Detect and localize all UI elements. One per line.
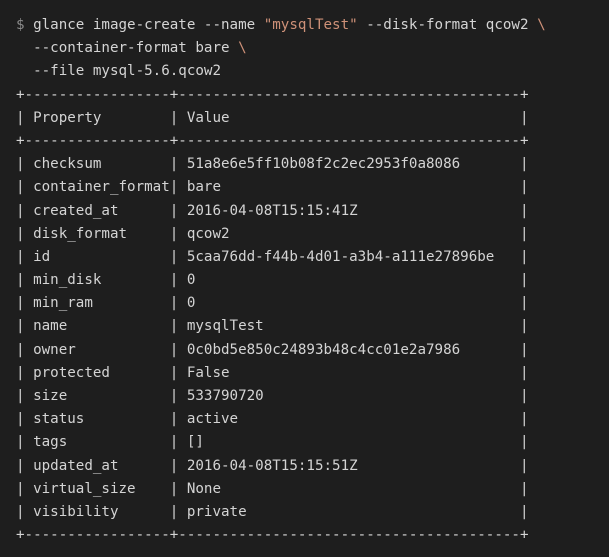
- table-top-border: +-----------------+---------------------…: [16, 86, 529, 103]
- command-line-3: --file mysql-5.6.qcow2: [16, 60, 609, 83]
- command-line-1: $ glance image-create --name "mysqlTest"…: [16, 14, 609, 37]
- table-row: | name | mysqlTest |: [16, 318, 529, 335]
- property-cell: id: [24, 248, 170, 265]
- property-cell: tags: [24, 434, 170, 451]
- property-cell: virtual_size: [24, 480, 170, 497]
- table-row: | min_ram | 0 |: [16, 295, 529, 312]
- table-row: | id | 5caa76dd-f44b-4d01-a3b4-a111e2789…: [16, 248, 529, 265]
- table-header-border: +-----------------+---------------------…: [16, 132, 529, 149]
- property-cell: name: [24, 318, 170, 335]
- value-cell: 51a8e6e5ff10b08f2c2ec2953f0a8086: [178, 156, 520, 173]
- line-continuation-1: \: [537, 17, 546, 33]
- property-cell: min_disk: [24, 272, 170, 289]
- properties-table: +-----------------+---------------------…: [16, 84, 609, 548]
- line-continuation-2: \: [238, 40, 247, 57]
- table-row: | virtual_size | None |: [16, 480, 529, 497]
- table-row: | updated_at | 2016-04-08T15:15:51Z |: [16, 457, 529, 474]
- property-cell: visibility: [24, 503, 170, 520]
- table-row: | owner | 0c0bd5e850c24893b48c4cc01e2a79…: [16, 341, 529, 358]
- table-row: | tags | [] |: [16, 434, 529, 451]
- property-cell: container_format: [24, 179, 170, 196]
- value-cell: 0c0bd5e850c24893b48c4cc01e2a7986: [178, 341, 520, 358]
- value-cell: 2016-04-08T15:15:51Z: [178, 457, 520, 474]
- command-text-line3: --file mysql-5.6.qcow2: [16, 63, 221, 80]
- value-cell: False: [178, 364, 520, 381]
- command-text-part1: glance image-create --name: [33, 17, 264, 33]
- value-cell: private: [178, 503, 520, 520]
- table-row: | visibility | private |: [16, 503, 529, 520]
- property-cell: created_at: [24, 202, 170, 219]
- value-cell: None: [178, 480, 520, 497]
- property-cell: size: [24, 388, 170, 404]
- value-cell: active: [178, 411, 520, 428]
- terminal-output: $ glance image-create --name "mysqlTest"…: [0, 0, 609, 557]
- property-cell: status: [24, 411, 170, 428]
- table-row: | protected | False |: [16, 364, 529, 381]
- command-line-2: --container-format bare \: [16, 37, 609, 60]
- property-cell: updated_at: [24, 457, 170, 474]
- table-bottom-border: +-----------------+---------------------…: [16, 527, 529, 544]
- value-cell: []: [178, 434, 520, 451]
- value-cell: mysqlTest: [178, 318, 520, 335]
- value-cell: 0: [178, 295, 520, 312]
- property-cell: checksum: [24, 156, 170, 173]
- value-cell: qcow2: [178, 225, 520, 242]
- property-cell: Property: [24, 109, 170, 126]
- table-row: | checksum | 51a8e6e5ff10b08f2c2ec2953f0…: [16, 156, 529, 173]
- table-header-row: | Property | Value |: [16, 109, 529, 126]
- value-cell: 533790720: [178, 388, 520, 404]
- table-row: | disk_format | qcow2 |: [16, 225, 529, 242]
- value-cell: 2016-04-08T15:15:41Z: [178, 202, 520, 219]
- value-cell: 5caa76dd-f44b-4d01-a3b4-a111e27896be: [178, 248, 520, 265]
- name-argument-value: "mysqlTest": [263, 17, 358, 33]
- table-row: | container_format| bare |: [16, 179, 529, 196]
- value-cell: 0: [178, 272, 520, 289]
- value-cell: Value: [178, 109, 520, 126]
- property-cell: protected: [24, 364, 170, 381]
- command-text-part2: --disk-format qcow2: [357, 17, 538, 33]
- value-cell: bare: [178, 179, 520, 196]
- shell-prompt: $: [16, 17, 25, 33]
- table-row: | size | 533790720 |: [16, 388, 529, 404]
- command-text-line2: --container-format bare: [16, 40, 239, 57]
- property-cell: disk_format: [24, 225, 170, 242]
- table-row: | min_disk | 0 |: [16, 272, 529, 289]
- property-cell: owner: [24, 341, 170, 358]
- property-cell: min_ram: [24, 295, 170, 312]
- table-row: | created_at | 2016-04-08T15:15:41Z |: [16, 202, 529, 219]
- table-row: | status | active |: [16, 411, 529, 428]
